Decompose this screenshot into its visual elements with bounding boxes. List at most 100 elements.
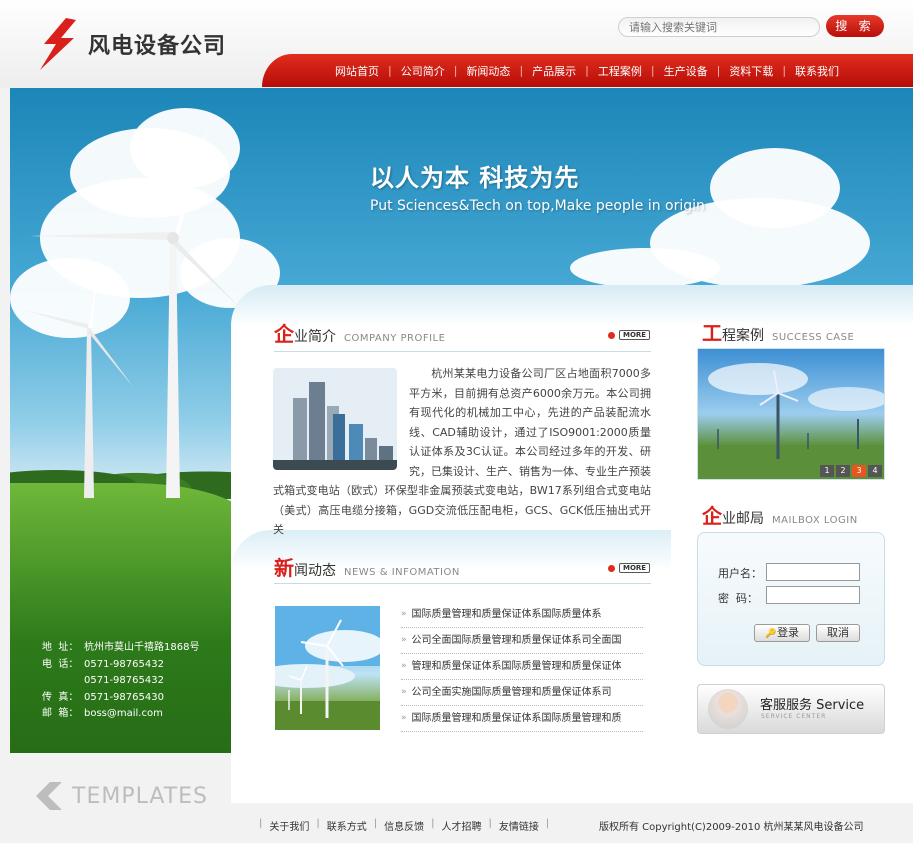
- chevron-right-icon: »: [401, 609, 407, 619]
- cases-section-title: 工 程案例 SUCCESS CASE: [702, 317, 854, 346]
- templates-logo: TEMPLATES: [36, 782, 208, 810]
- login-label: 登录: [777, 626, 799, 639]
- more-label: MORE: [619, 330, 651, 340]
- email-label: 邮 箱：: [42, 708, 79, 719]
- mailbox-title-rest: 业邮局: [722, 511, 764, 527]
- main-nav: 网站首页 | 公司简介 | 新闻动态 | 产品展示 | 工程案例 | 生产设备 | 资料下载…: [262, 54, 913, 87]
- search-button[interactable]: 搜 索: [826, 15, 884, 37]
- news-item-title: 国际质量管理和质量保证体系国际质量管理和质: [411, 713, 622, 724]
- username-input[interactable]: [766, 563, 860, 581]
- banner-slogan-cn: 以人为本 科技为先: [370, 164, 580, 192]
- news-list: » 国际质量管理和质量保证体系国际质量体系 » 公司全面国际质量管理和质量保证体系司…: [401, 602, 643, 732]
- mailbox-login-panel: 用户名： 密 码： 🔑登录 取消: [697, 532, 885, 666]
- phone-value: 0571-98765432: [84, 658, 164, 670]
- phone-label: 电 话：: [42, 658, 79, 670]
- chevron-right-icon: »: [401, 635, 407, 645]
- customer-service-banner[interactable]: 客服服务 Service SERVICE CENTER: [697, 684, 885, 734]
- cases-title-en: SUCCESS CASE: [772, 332, 855, 343]
- contact-info: 地 址： 杭州市莫山千禧路1868号 电 话： 0571-98765432 0571…: [42, 640, 199, 723]
- nav-cases[interactable]: 工程案例: [589, 63, 651, 79]
- news-more-button[interactable]: MORE: [608, 563, 651, 573]
- more-dot-icon: [608, 564, 615, 572]
- cases-title-first: 工: [702, 321, 722, 345]
- news-item[interactable]: » 公司全面国际质量管理和质量保证体系司全面国: [401, 628, 643, 654]
- copyright-text: 版权所有 Copyright(C)2009-2010 杭州某某风电设备公司: [599, 822, 864, 833]
- pager-button[interactable]: 2: [836, 465, 850, 477]
- wind-turbine-icon: [24, 120, 242, 498]
- profile-title-en: COMPANY PROFILE: [344, 333, 446, 344]
- cancel-button[interactable]: 取消: [816, 624, 860, 642]
- cloud-shape: [570, 248, 720, 288]
- news-divider: [274, 583, 651, 584]
- profile-more-button[interactable]: MORE: [608, 330, 651, 340]
- building-skyline-icon: [273, 368, 397, 470]
- nav-equipment[interactable]: 生产设备: [655, 63, 717, 79]
- news-title-en: NEWS & INFOMATION: [344, 567, 460, 578]
- footer-link-contact[interactable]: 联系方式: [320, 818, 374, 833]
- news-item-title: 国际质量管理和质量保证体系国际质量体系: [411, 609, 602, 620]
- more-dot-icon: [608, 331, 615, 339]
- news-item[interactable]: » 国际质量管理和质量保证体系国际质量体系: [401, 602, 643, 628]
- logo-text: 风电设备公司: [88, 34, 227, 59]
- footer-link-about[interactable]: 关于我们: [262, 818, 316, 833]
- footer-link-friends[interactable]: 友情链接: [492, 818, 546, 833]
- profile-building-image[interactable]: [273, 368, 397, 470]
- footer-link-feedback[interactable]: 信息反馈: [377, 818, 431, 833]
- chevron-right-icon: »: [401, 661, 407, 671]
- password-label: 密 码：: [718, 592, 758, 605]
- news-section-title: 新 闻动态 NEWS & INFOMATION: [274, 552, 460, 581]
- news-item-title: 公司全面国际质量管理和质量保证体系司全面国: [411, 635, 622, 646]
- company-logo[interactable]: 风电设备公司: [36, 18, 226, 70]
- nav-products[interactable]: 产品展示: [523, 63, 585, 79]
- fax-value: 0571-98765430: [84, 691, 164, 703]
- username-label: 用户名：: [718, 567, 762, 580]
- profile-title-rest: 业简介: [294, 329, 336, 345]
- footer-separator: |: [545, 818, 550, 829]
- address-label: 地 址：: [42, 642, 79, 653]
- news-item[interactable]: » 管理和质量保证体系国际质量管理和质量保证体: [401, 654, 643, 680]
- address-value: 杭州市莫山千禧路1868号: [84, 642, 200, 653]
- wind-turbine-icon: [275, 606, 380, 730]
- more-label: MORE: [619, 563, 651, 573]
- cases-title-rest: 程案例: [722, 328, 764, 344]
- news-item-title: 管理和质量保证体系国际质量管理和质量保证体: [411, 661, 622, 672]
- footer-link-jobs[interactable]: 人才招聘: [435, 818, 489, 833]
- profile-divider: [274, 351, 651, 352]
- wind-farm-icon: [698, 363, 884, 479]
- news-item[interactable]: » 公司全面实施国际质量管理和质量保证体系司: [401, 680, 643, 706]
- mailbox-title-first: 企: [702, 504, 722, 528]
- service-avatar: [708, 689, 748, 729]
- templates-text: TEMPLATES: [72, 783, 208, 809]
- mailbox-section-title: 企 业邮局 MAILBOX LOGIN: [702, 500, 858, 529]
- nav-contact[interactable]: 联系我们: [786, 63, 848, 79]
- case-slideshow[interactable]: 1 2 3 4: [697, 348, 885, 480]
- key-icon: 🔑: [765, 629, 777, 639]
- profile-section-title: 企 业简介 COMPANY PROFILE: [274, 318, 445, 347]
- slideshow-pager: 1 2 3 4: [818, 465, 882, 477]
- pager-button-active[interactable]: 3: [852, 465, 866, 477]
- lightning-logo-icon: [40, 18, 76, 70]
- chevron-right-icon: »: [401, 713, 407, 723]
- nav-news[interactable]: 新闻动态: [457, 63, 519, 79]
- news-item-title: 公司全面实施国际质量管理和质量保证体系司: [411, 687, 612, 698]
- pager-button[interactable]: 1: [820, 465, 834, 477]
- mailbox-title-en: MAILBOX LOGIN: [772, 515, 858, 526]
- news-item[interactable]: » 国际质量管理和质量保证体系国际质量管理和质: [401, 706, 643, 732]
- phone-value-2: 0571-98765432: [84, 675, 164, 686]
- pager-button[interactable]: 4: [868, 465, 882, 477]
- chevron-right-icon: »: [401, 687, 407, 697]
- news-turbine-image[interactable]: [275, 606, 380, 730]
- banner-slogan-en: Put Sciences&Tech on top,Make people in …: [370, 198, 705, 214]
- page-header: 风电设备公司 搜 索 网站首页| 公司简介| 新闻动态| 产品展示| 工程案例|…: [0, 0, 913, 88]
- search-input[interactable]: [618, 17, 820, 37]
- news-title-rest: 闻动态: [294, 563, 336, 579]
- nav-downloads[interactable]: 资料下载: [720, 63, 782, 79]
- fax-label: 传 真：: [42, 691, 79, 703]
- service-subtitle: SERVICE CENTER: [761, 713, 827, 720]
- nav-home[interactable]: 网站首页: [326, 63, 388, 79]
- password-input[interactable]: [766, 586, 860, 604]
- service-title: 客服服务 Service: [760, 698, 865, 713]
- nav-about[interactable]: 公司简介: [392, 63, 454, 79]
- login-button[interactable]: 🔑登录: [754, 624, 810, 642]
- news-title-first: 新: [274, 556, 294, 580]
